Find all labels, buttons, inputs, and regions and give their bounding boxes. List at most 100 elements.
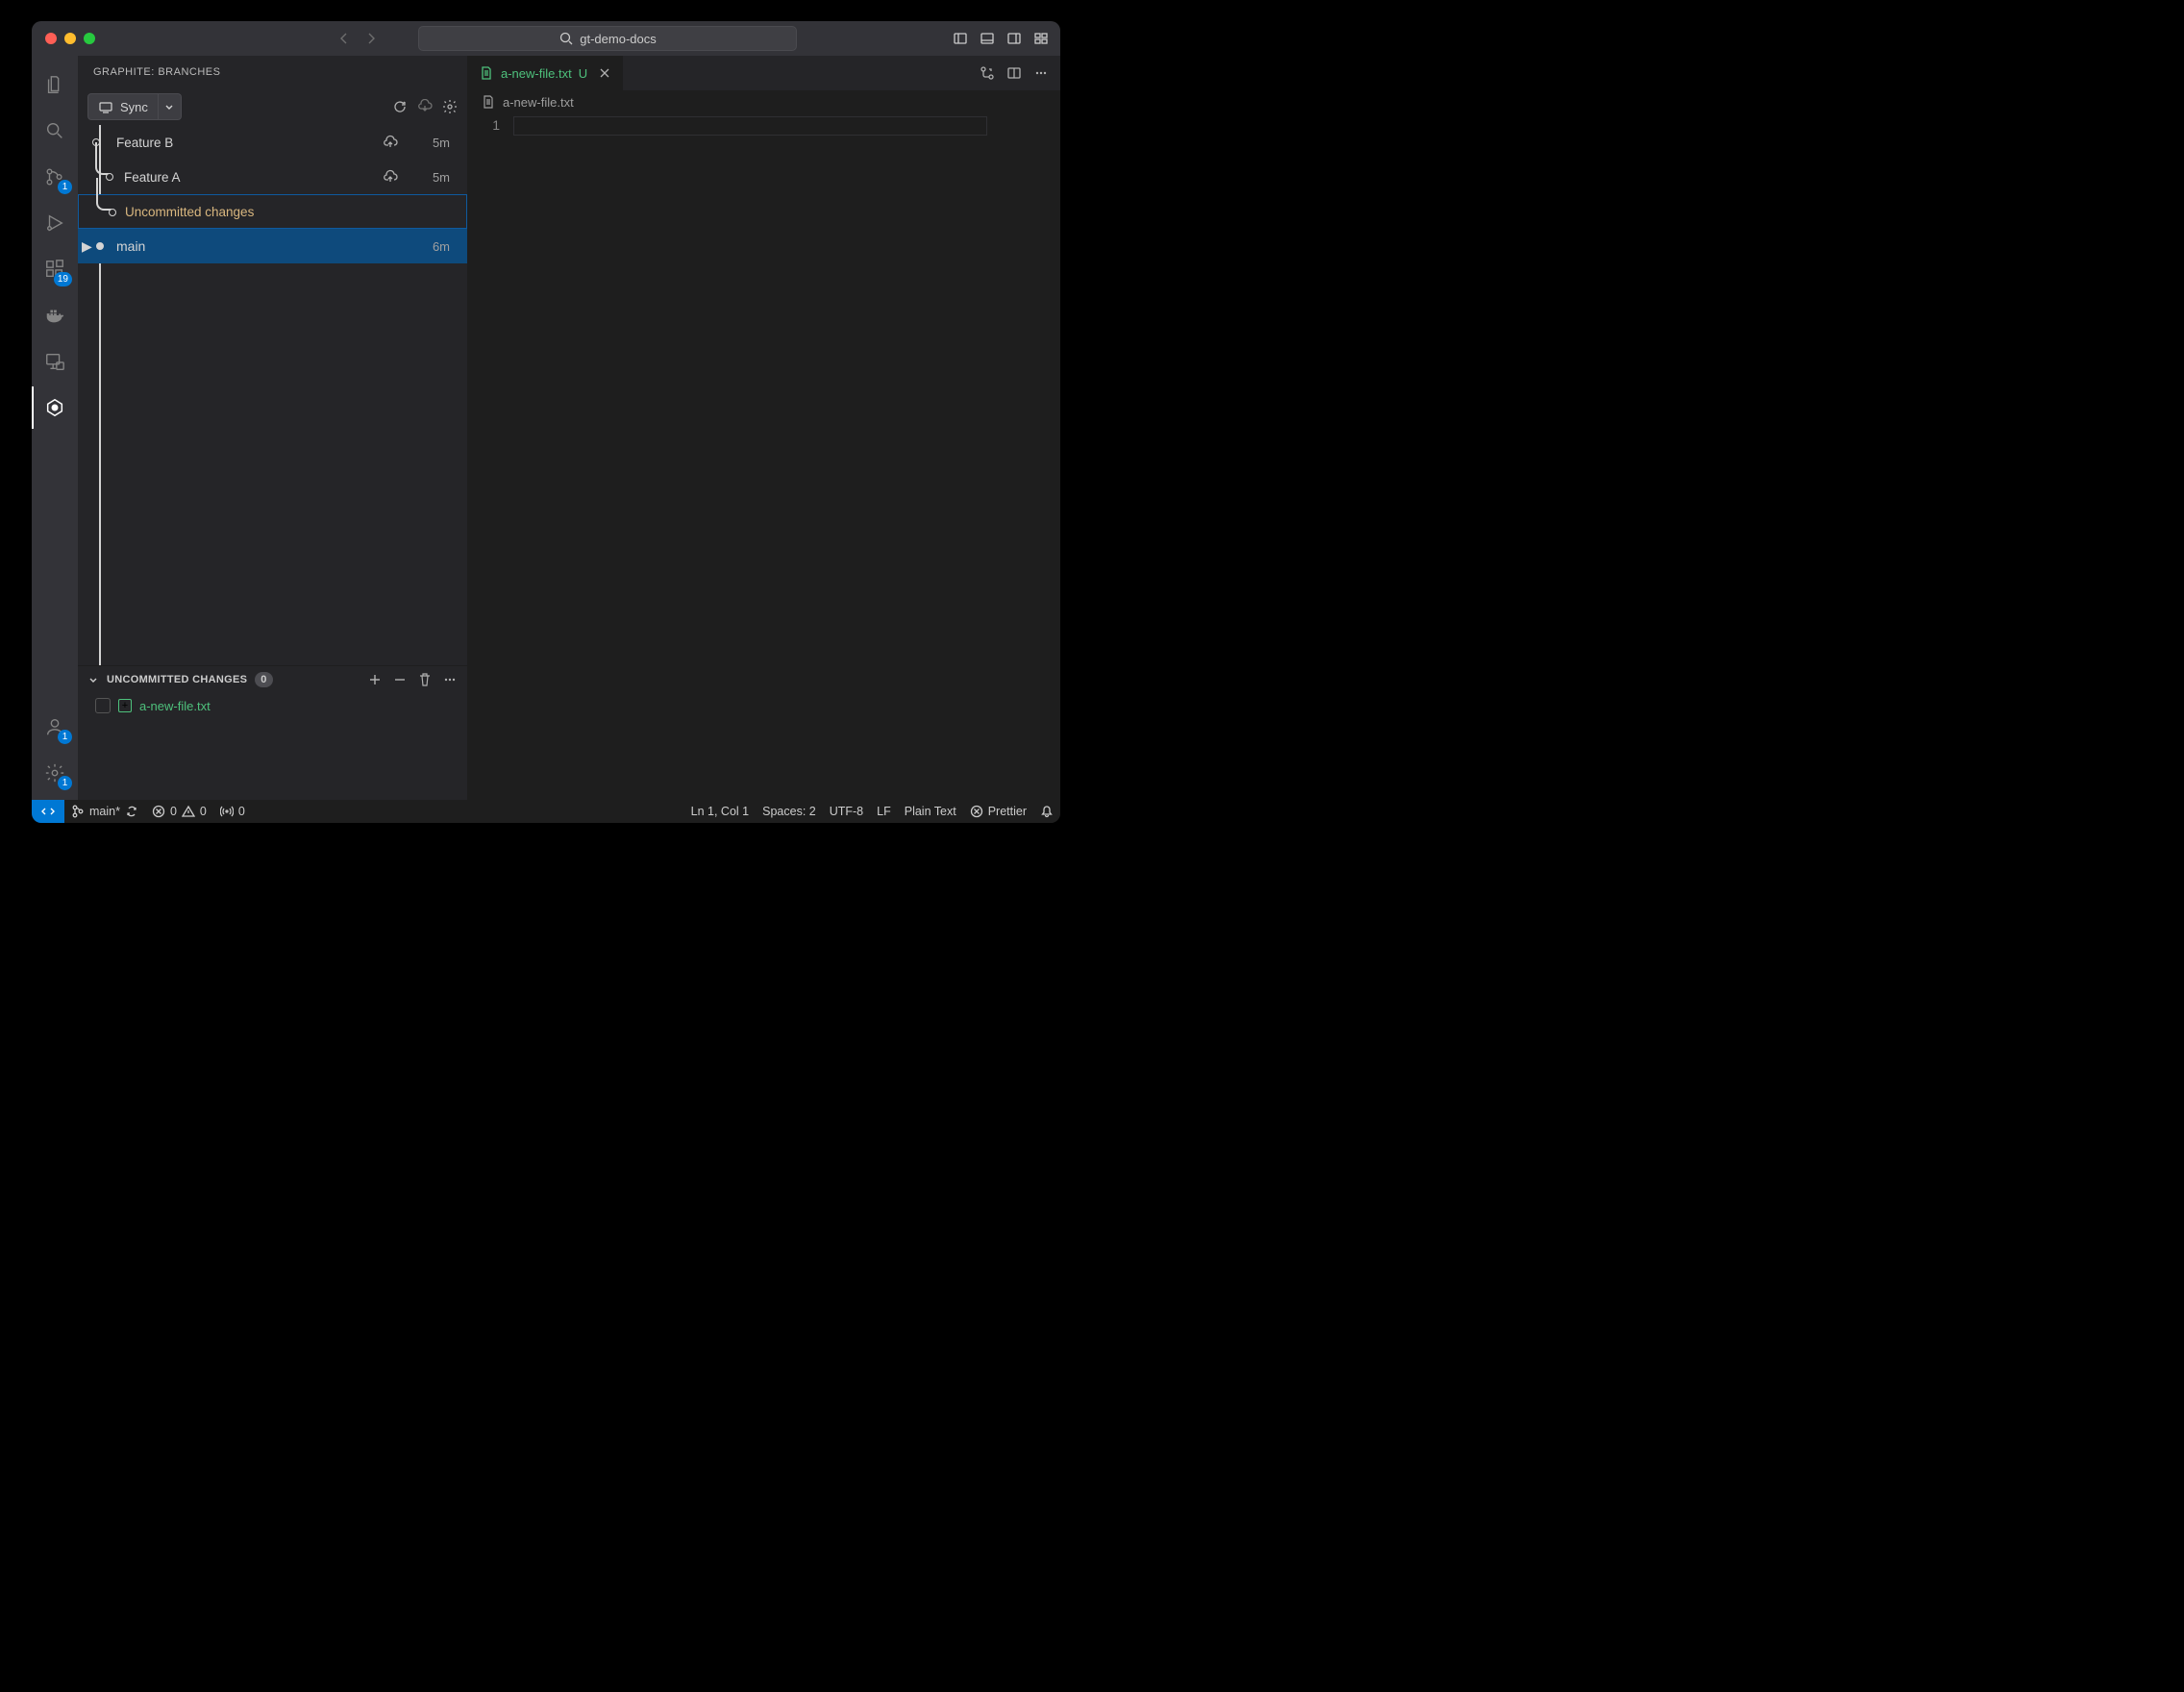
- add-icon[interactable]: [367, 672, 383, 687]
- settings-badge: 1: [58, 776, 72, 790]
- scm-badge: 1: [58, 180, 72, 194]
- cloud-download-icon[interactable]: [417, 99, 433, 114]
- more-icon[interactable]: [1033, 65, 1049, 81]
- compare-changes-icon[interactable]: [980, 65, 995, 81]
- refresh-icon[interactable]: [392, 99, 408, 114]
- activity-bar: 1 19 1 1: [32, 56, 78, 800]
- branch-time: 6m: [433, 239, 450, 254]
- nav-back-icon[interactable]: [336, 31, 352, 46]
- tab-bar: a-new-file.txt U: [467, 56, 1060, 90]
- activity-search[interactable]: [32, 110, 78, 152]
- uncommitted-label: Uncommitted changes: [125, 205, 254, 219]
- status-language[interactable]: Plain Text: [898, 800, 963, 823]
- accounts-badge: 1: [58, 730, 72, 744]
- command-center-text: gt-demo-docs: [580, 32, 656, 46]
- bell-icon: [1040, 805, 1054, 818]
- editor-body[interactable]: 1: [467, 113, 1060, 800]
- tab-actions: [980, 56, 1060, 90]
- status-ports[interactable]: 0: [213, 800, 252, 823]
- sync-dropdown[interactable]: [159, 93, 182, 120]
- cloud-upload-icon[interactable]: [383, 135, 398, 150]
- activity-docker[interactable]: [32, 294, 78, 336]
- workbench-body: 1 19 1 1: [32, 56, 1060, 800]
- window-controls: [45, 33, 95, 44]
- status-eol[interactable]: LF: [870, 800, 898, 823]
- minimize-window-icon[interactable]: [64, 33, 76, 44]
- minimap[interactable]: [1024, 113, 1060, 800]
- branch-name: Feature A: [124, 170, 181, 185]
- activity-settings[interactable]: 1: [32, 752, 78, 794]
- branch-row-uncommitted[interactable]: Uncommitted changes: [78, 194, 467, 229]
- branch-row-feature-b[interactable]: Feature B 5m: [78, 125, 467, 160]
- activity-extensions[interactable]: 19: [32, 248, 78, 290]
- file-icon: [479, 65, 494, 81]
- activity-accounts[interactable]: 1: [32, 706, 78, 748]
- close-window-icon[interactable]: [45, 33, 57, 44]
- line-number: 1: [467, 117, 500, 133]
- layout-panel-icon[interactable]: [980, 31, 995, 46]
- line-gutter: 1: [467, 113, 513, 800]
- section-count: 0: [255, 672, 272, 687]
- remote-indicator[interactable]: [32, 800, 64, 823]
- chevron-down-icon: [87, 674, 99, 685]
- layout-customize-icon[interactable]: [1033, 31, 1049, 46]
- gear-icon[interactable]: [442, 99, 458, 114]
- branch-row-main[interactable]: ▶ main 6m: [78, 229, 467, 263]
- branch-time: 5m: [433, 170, 450, 185]
- section-header[interactable]: UNCOMMITTED CHANGES 0: [78, 666, 467, 693]
- activity-run-debug[interactable]: [32, 202, 78, 244]
- breadcrumb-file: a-new-file.txt: [503, 95, 574, 110]
- extensions-badge: 19: [54, 272, 72, 286]
- nav-forward-icon[interactable]: [363, 31, 379, 46]
- layout-secondary-icon[interactable]: [1006, 31, 1022, 46]
- status-bar: main* 0 0 0 Ln 1, Col 1 Spaces: 2 UTF-8 …: [32, 800, 1060, 823]
- titlebar-right: [953, 31, 1049, 46]
- section-title: UNCOMMITTED CHANGES: [107, 674, 247, 685]
- status-problems[interactable]: 0 0: [145, 800, 213, 823]
- maximize-window-icon[interactable]: [84, 33, 95, 44]
- tab-status: U: [579, 66, 587, 81]
- branch-time: 5m: [433, 136, 450, 150]
- nav-arrows: [336, 31, 379, 46]
- branch-name: main: [116, 238, 145, 254]
- branch-row-feature-a[interactable]: Feature A 5m: [78, 160, 467, 194]
- branch-list: Feature B 5m Feature A 5m Uncommitted ch…: [78, 125, 467, 665]
- split-editor-icon[interactable]: [1006, 65, 1022, 81]
- editor-window: gt-demo-docs 1 1: [32, 21, 1060, 823]
- changed-file-row[interactable]: + a-new-file.txt: [78, 693, 467, 718]
- remove-icon[interactable]: [392, 672, 408, 687]
- code-area[interactable]: [513, 113, 1024, 800]
- activity-source-control[interactable]: 1: [32, 156, 78, 198]
- editor-tab[interactable]: a-new-file.txt U: [467, 56, 624, 90]
- status-branch[interactable]: main*: [64, 800, 145, 823]
- close-icon[interactable]: [598, 66, 611, 80]
- file-icon: [481, 94, 496, 110]
- cloud-upload-icon[interactable]: [383, 169, 398, 185]
- file-checkbox[interactable]: [95, 698, 111, 713]
- current-branch-caret-icon: ▶: [82, 238, 92, 255]
- activity-explorer[interactable]: [32, 63, 78, 106]
- branch-name: Feature B: [116, 136, 173, 150]
- sync-icon: [125, 805, 138, 818]
- changed-file-name: a-new-file.txt: [139, 699, 211, 713]
- status-encoding[interactable]: UTF-8: [823, 800, 870, 823]
- tab-name: a-new-file.txt: [501, 66, 572, 81]
- status-prettier[interactable]: Prettier: [963, 800, 1033, 823]
- editor-area: a-new-file.txt U a-new-file.txt 1: [467, 56, 1060, 800]
- file-added-icon: +: [118, 699, 132, 712]
- cursor-line-highlight: [513, 116, 987, 136]
- command-center[interactable]: gt-demo-docs: [418, 26, 797, 51]
- activity-remote-explorer[interactable]: [32, 340, 78, 383]
- sync-button[interactable]: Sync: [87, 93, 159, 120]
- uncommitted-section: UNCOMMITTED CHANGES 0 + a-new-file.txt: [78, 665, 467, 800]
- status-spaces[interactable]: Spaces: 2: [756, 800, 823, 823]
- status-cursor[interactable]: Ln 1, Col 1: [684, 800, 756, 823]
- breadcrumb[interactable]: a-new-file.txt: [467, 90, 1060, 113]
- sync-label: Sync: [120, 100, 148, 114]
- more-icon[interactable]: [442, 672, 458, 687]
- layout-primary-icon[interactable]: [953, 31, 968, 46]
- trash-icon[interactable]: [417, 672, 433, 687]
- sidebar-title: GRAPHITE: BRANCHES: [78, 56, 467, 88]
- activity-graphite[interactable]: [32, 386, 78, 429]
- status-notifications[interactable]: [1033, 800, 1060, 823]
